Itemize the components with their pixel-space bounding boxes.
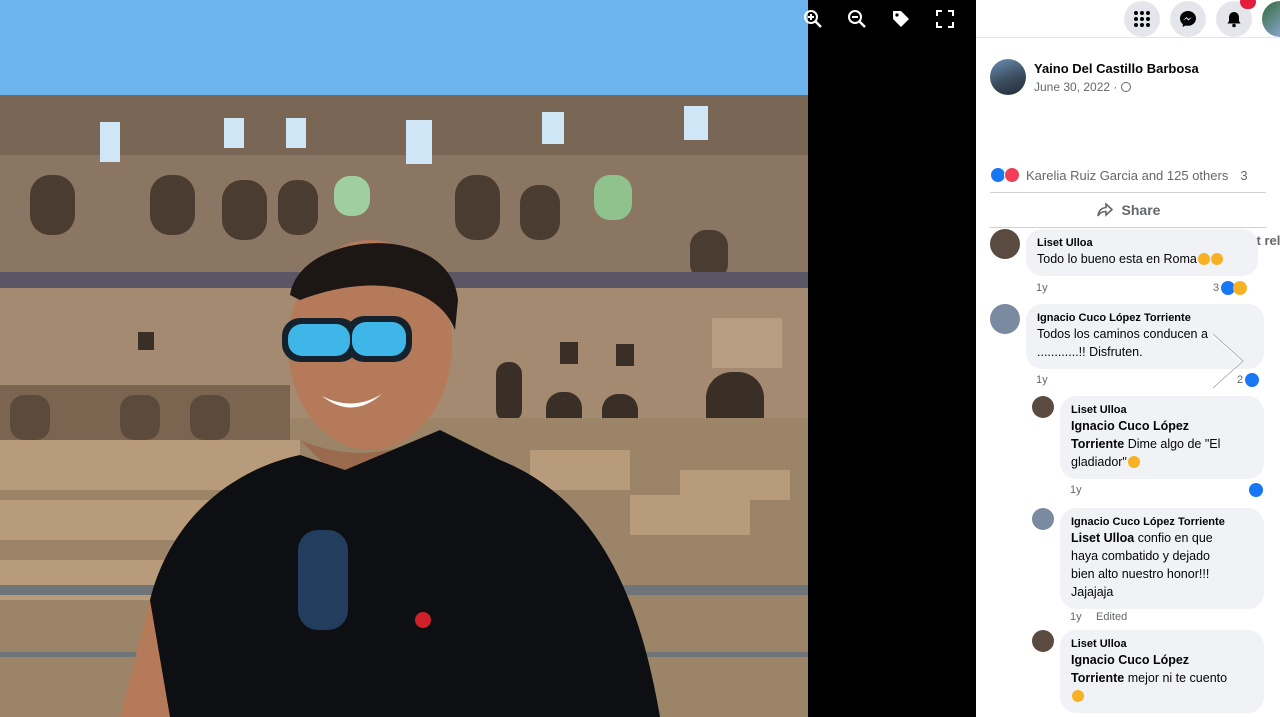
reactions-text: Karelia Ruiz Garcia and 125 others — [1026, 167, 1229, 183]
fullscreen-icon — [936, 10, 954, 28]
commenter-name[interactable]: Ignacio Cuco López Torriente — [1037, 311, 1253, 325]
comment-text: Todo lo bueno esta en Roma — [1037, 252, 1197, 266]
notification-badge — [1240, 0, 1256, 9]
reply: Liset Ulloa Ignacio Cuco López Torriente… — [1032, 630, 1264, 713]
commenter-name[interactable]: Liset Ulloa — [1071, 403, 1253, 417]
commenter-avatar[interactable] — [1032, 508, 1054, 530]
mention-link[interactable]: Ignacio Cuco López — [1071, 419, 1189, 433]
share-label: Share — [1121, 202, 1161, 218]
comment-text: Dime algo de "El — [1124, 437, 1221, 451]
comment-reactions[interactable]: 3 — [1213, 281, 1248, 295]
comment-time[interactable]: 1y — [1036, 374, 1048, 386]
reply: Ignacio Cuco López Torriente Liset Ulloa… — [1032, 508, 1264, 609]
love-reaction-icon — [1004, 167, 1020, 183]
share-button[interactable]: Share — [990, 192, 1266, 228]
comment-reactions[interactable] — [1249, 483, 1263, 497]
viewer-toolbar — [798, 6, 960, 32]
laugh-emoji-icon — [1072, 690, 1084, 702]
grid-menu-icon — [1134, 10, 1150, 27]
commenter-avatar[interactable] — [1032, 396, 1054, 418]
post-header: Yaino Del Castillo Barbosa June 30, 2022… — [976, 38, 1280, 102]
comment: Liset Ulloa Todo lo bueno esta en Roma — [990, 229, 1258, 276]
commenter-name[interactable]: Liset Ulloa — [1071, 637, 1253, 651]
comment-text: confio en que — [1134, 531, 1213, 545]
profile-avatar[interactable] — [1262, 0, 1280, 37]
comment-time[interactable]: 1y — [1036, 282, 1048, 294]
comment-text: mejor ni te cuento — [1124, 671, 1228, 685]
reaction-summary[interactable]: Karelia Ruiz Garcia and 125 others 3 — [990, 164, 1280, 186]
post-photo[interactable] — [0, 0, 808, 717]
comment-count[interactable]: 3 — [1240, 168, 1247, 183]
tag-photo-button[interactable] — [886, 6, 916, 32]
commenter-avatar[interactable] — [1032, 630, 1054, 652]
comment-reaction-count: 3 — [1213, 282, 1220, 294]
comment-time[interactable]: 1y — [1070, 611, 1082, 623]
zoom-out-icon — [848, 10, 866, 28]
zoom-in-button[interactable] — [798, 6, 828, 32]
menu-button[interactable] — [1124, 0, 1160, 37]
notifications-button[interactable] — [1216, 0, 1256, 37]
comment-text: gladiador" — [1071, 455, 1127, 469]
globe-icon — [1121, 81, 1132, 92]
comment-text-line: haya combatido y dejado — [1071, 549, 1210, 563]
mention-link[interactable]: Torriente — [1071, 437, 1124, 451]
comment-text-line: Jajajaja — [1071, 585, 1114, 599]
smile-emoji-icon — [1210, 253, 1223, 265]
comment-bubble: Liset Ulloa Todo lo bueno esta en Roma — [1026, 229, 1258, 276]
bell-icon — [1227, 11, 1241, 27]
mention-link[interactable]: Liset Ulloa — [1071, 531, 1134, 545]
like-reaction-icon — [1249, 483, 1263, 497]
author-avatar[interactable] — [990, 59, 1026, 95]
share-icon — [1096, 202, 1113, 217]
tag-icon — [893, 11, 909, 27]
commenter-avatar[interactable] — [990, 304, 1020, 334]
edited-label: Edited — [1096, 611, 1128, 623]
reply: Liset Ulloa Ignacio Cuco López Torriente… — [1032, 396, 1264, 479]
post-date[interactable]: June 30, 2022 · — [1034, 80, 1117, 94]
mention-link[interactable]: Torriente — [1071, 671, 1124, 685]
zoom-out-button[interactable] — [842, 6, 872, 32]
comment-bubble: Ignacio Cuco López Torriente Liset Ulloa… — [1060, 508, 1264, 609]
photo-viewer — [0, 0, 976, 717]
colosseum-photo — [0, 0, 808, 717]
grin-emoji-icon — [1197, 253, 1210, 265]
comment-bubble: Liset Ulloa Ignacio Cuco López Torriente… — [1060, 396, 1264, 479]
author-name[interactable]: Yaino Del Castillo Barbosa — [1034, 61, 1199, 76]
fullscreen-button[interactable] — [930, 6, 960, 32]
zoom-in-icon — [804, 10, 822, 28]
messenger-icon — [1180, 10, 1196, 27]
commenter-name[interactable]: Ignacio Cuco López Torriente — [1071, 515, 1253, 529]
messenger-button[interactable] — [1170, 0, 1206, 37]
post-date-row: June 30, 2022 · — [1034, 80, 1199, 94]
mention-link[interactable]: Ignacio Cuco López — [1071, 653, 1189, 667]
commenter-name[interactable]: Liset Ulloa — [1037, 236, 1247, 250]
comment-time[interactable]: 1y — [1070, 484, 1082, 496]
grin-emoji-icon — [1127, 456, 1140, 468]
haha-reaction-icon — [1233, 281, 1248, 295]
commenter-avatar[interactable] — [990, 229, 1020, 259]
top-nav — [976, 0, 1280, 38]
next-photo-chevron-icon[interactable] — [1208, 330, 1248, 392]
comment-bubble: Liset Ulloa Ignacio Cuco López Torriente… — [1060, 630, 1264, 713]
comment-text-line: bien alto nuestro honor!!! — [1071, 567, 1210, 581]
